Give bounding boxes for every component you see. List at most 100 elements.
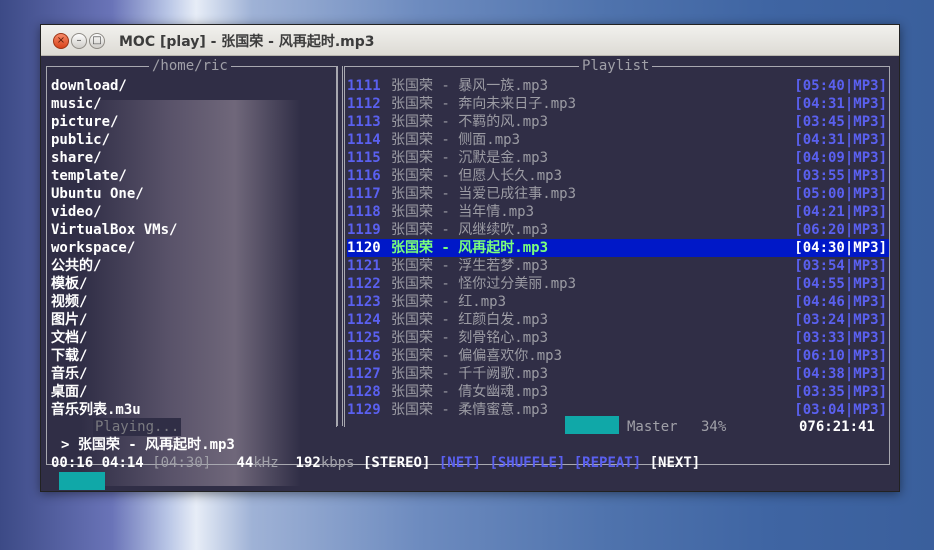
playlist-item[interactable]: 1118 张国荣 - 当年情.mp3 [04:21|MP3] bbox=[347, 203, 889, 221]
track-number: 1128 bbox=[347, 384, 381, 400]
bitrate-value: 192 bbox=[295, 455, 321, 471]
moc-window: × – □ MOC [play] - 张国荣 - 风再起时.mp3 /home/… bbox=[40, 24, 900, 492]
file-browser-item[interactable]: 公共的/ bbox=[51, 257, 177, 275]
playlist-list: 1111 张国荣 - 暴风一族.mp3 [05:40|MP3] 1112 张国荣 - 奔… bbox=[347, 77, 889, 419]
track-number: 1119 bbox=[347, 222, 381, 238]
file-browser-item[interactable]: 文档/ bbox=[51, 329, 177, 347]
playlist-item[interactable]: 1122 张国荣 - 怪你过分美丽.mp3 [04:55|MP3] bbox=[347, 275, 889, 293]
track-title: 张国荣 - 千千阙歌.mp3 bbox=[391, 366, 549, 382]
track-title: 张国荣 - 暴风一族.mp3 bbox=[391, 78, 549, 94]
maximize-icon[interactable]: □ bbox=[89, 33, 105, 49]
close-icon[interactable]: × bbox=[53, 33, 69, 49]
playlist-item[interactable]: 1116 张国荣 - 但愿人长久.mp3 [03:55|MP3] bbox=[347, 167, 889, 185]
track-number: 1127 bbox=[347, 366, 381, 382]
track-number: 1116 bbox=[347, 168, 381, 184]
file-browser-item[interactable]: 下载/ bbox=[51, 347, 177, 365]
window-title: MOC [play] - 张国荣 - 风再起时.mp3 bbox=[119, 34, 375, 50]
flag-next[interactable]: [NEXT] bbox=[650, 455, 701, 471]
track-duration: [03:04|MP3] bbox=[794, 402, 887, 418]
track-title: 张国荣 - 倩女幽魂.mp3 bbox=[391, 384, 549, 400]
sample-rate-value: 44 bbox=[236, 455, 254, 471]
track-number: 1126 bbox=[347, 348, 381, 364]
track-duration: [03:33|MP3] bbox=[794, 330, 887, 346]
track-number: 1122 bbox=[347, 276, 381, 292]
now-playing-title: > 张国荣 - 风再起时.mp3 bbox=[61, 437, 235, 453]
track-duration: [03:35|MP3] bbox=[794, 384, 887, 400]
file-browser-item[interactable]: 音乐列表.m3u bbox=[51, 401, 177, 419]
file-browser-item[interactable]: picture/ bbox=[51, 113, 177, 131]
file-browser-item[interactable]: 桌面/ bbox=[51, 383, 177, 401]
track-number: 1120 bbox=[347, 240, 381, 256]
track-number: 1114 bbox=[347, 132, 381, 148]
terminal-area: /home/ric download/music/picture/public/… bbox=[41, 56, 899, 491]
player-state: Playing... bbox=[93, 418, 182, 436]
playlist-item[interactable]: 1121 张国荣 - 浮生若梦.mp3 [03:54|MP3] bbox=[347, 257, 889, 275]
track-number: 1111 bbox=[347, 78, 381, 94]
track-title: 张国荣 - 浮生若梦.mp3 bbox=[391, 258, 549, 274]
file-browser-item[interactable]: 图片/ bbox=[51, 311, 177, 329]
file-browser-item[interactable]: music/ bbox=[51, 95, 177, 113]
track-duration: [04:31|MP3] bbox=[794, 132, 887, 148]
file-browser-item[interactable]: Ubuntu One/ bbox=[51, 185, 177, 203]
track-duration: [04:21|MP3] bbox=[794, 204, 887, 220]
playlist-item[interactable]: 1111 张国荣 - 暴风一族.mp3 [05:40|MP3] bbox=[347, 77, 889, 95]
playlist-item[interactable]: 1117 张国荣 - 当爱已成往事.mp3 [05:00|MP3] bbox=[347, 185, 889, 203]
file-browser-item[interactable]: workspace/ bbox=[51, 239, 177, 257]
track-title: 张国荣 - 奔向未来日子.mp3 bbox=[391, 96, 577, 112]
file-browser-title: /home/ric bbox=[149, 57, 231, 75]
file-browser-list: download/music/picture/public/share/temp… bbox=[51, 77, 177, 419]
track-number: 1124 bbox=[347, 312, 381, 328]
playlist-item[interactable]: 1125 张国荣 - 刻骨铭心.mp3 [03:33|MP3] bbox=[347, 329, 889, 347]
file-browser-item[interactable]: template/ bbox=[51, 167, 177, 185]
progress-bar[interactable] bbox=[59, 472, 105, 490]
track-title: 张国荣 - 风再起时.mp3 bbox=[391, 240, 549, 256]
track-title: 张国荣 - 柔情蜜意.mp3 bbox=[391, 402, 549, 418]
playlist-item[interactable]: 1114 张国荣 - 侧面.mp3 [04:31|MP3] bbox=[347, 131, 889, 149]
track-title: 张国荣 - 刻骨铭心.mp3 bbox=[391, 330, 549, 346]
track-total-time: [04:30] bbox=[152, 455, 212, 471]
track-duration: [06:20|MP3] bbox=[794, 222, 887, 238]
flag-stereo: [STEREO] bbox=[362, 455, 431, 471]
playlist-item[interactable]: 1113 张国荣 - 不羁的风.mp3 [03:45|MP3] bbox=[347, 113, 889, 131]
playlist-item[interactable]: 1112 张国荣 - 奔向未来日子.mp3 [04:31|MP3] bbox=[347, 95, 889, 113]
file-browser-item[interactable]: share/ bbox=[51, 149, 177, 167]
file-browser-item[interactable]: public/ bbox=[51, 131, 177, 149]
track-title: 张国荣 - 不羁的风.mp3 bbox=[391, 114, 549, 130]
track-duration: [03:45|MP3] bbox=[794, 114, 887, 130]
flag-repeat[interactable]: [REPEAT] bbox=[574, 455, 641, 471]
playlist-item[interactable]: 1119 张国荣 - 风继续吹.mp3 [06:20|MP3] bbox=[347, 221, 889, 239]
volume-bar[interactable] bbox=[565, 416, 619, 434]
track-duration: [04:31|MP3] bbox=[794, 96, 887, 112]
flag-net: [NET] bbox=[438, 455, 481, 471]
track-title: 张国荣 - 风继续吹.mp3 bbox=[391, 222, 549, 238]
track-duration: [06:10|MP3] bbox=[794, 348, 887, 364]
playlist-item[interactable]: 1128 张国荣 - 倩女幽魂.mp3 [03:35|MP3] bbox=[347, 383, 889, 401]
playlist-item[interactable]: 1126 张国荣 - 偏偏喜欢你.mp3 [06:10|MP3] bbox=[347, 347, 889, 365]
track-title: 张国荣 - 红颜白发.mp3 bbox=[391, 312, 549, 328]
playlist-item[interactable]: 1127 张国荣 - 千千阙歌.mp3 [04:38|MP3] bbox=[347, 365, 889, 383]
playlist-item[interactable]: 1120 张国荣 - 风再起时.mp3 [04:30|MP3] bbox=[347, 239, 889, 257]
playlist-item[interactable]: 1124 张国荣 - 红颜白发.mp3 [03:24|MP3] bbox=[347, 311, 889, 329]
playlist-item[interactable]: 1115 张国荣 - 沉默是金.mp3 [04:09|MP3] bbox=[347, 149, 889, 167]
track-title: 张国荣 - 当年情.mp3 bbox=[391, 204, 535, 220]
track-duration: [04:30|MP3] bbox=[794, 240, 887, 256]
playlist-item[interactable]: 1123 张国荣 - 红.mp3 [04:46|MP3] bbox=[347, 293, 889, 311]
file-browser-item[interactable]: 模板/ bbox=[51, 275, 177, 293]
track-duration: [03:24|MP3] bbox=[794, 312, 887, 328]
track-number: 1112 bbox=[347, 96, 381, 112]
elapsed-time: 00:16 bbox=[51, 455, 94, 471]
file-browser-item[interactable]: video/ bbox=[51, 203, 177, 221]
file-browser-item[interactable]: VirtualBox VMs/ bbox=[51, 221, 177, 239]
track-number: 1113 bbox=[347, 114, 381, 130]
file-browser-item[interactable]: 视频/ bbox=[51, 293, 177, 311]
minimize-icon[interactable]: – bbox=[71, 33, 87, 49]
file-browser-item[interactable]: 音乐/ bbox=[51, 365, 177, 383]
track-title: 张国荣 - 侧面.mp3 bbox=[391, 132, 521, 148]
track-duration: [04:55|MP3] bbox=[794, 276, 887, 292]
track-duration: [05:40|MP3] bbox=[794, 78, 887, 94]
file-browser-item[interactable]: download/ bbox=[51, 77, 177, 95]
flag-shuffle[interactable]: [SHUFFLE] bbox=[489, 455, 565, 471]
playlist-title: Playlist bbox=[579, 57, 653, 75]
track-title: 张国荣 - 红.mp3 bbox=[391, 294, 507, 310]
volume-percent: 34% bbox=[701, 419, 727, 435]
